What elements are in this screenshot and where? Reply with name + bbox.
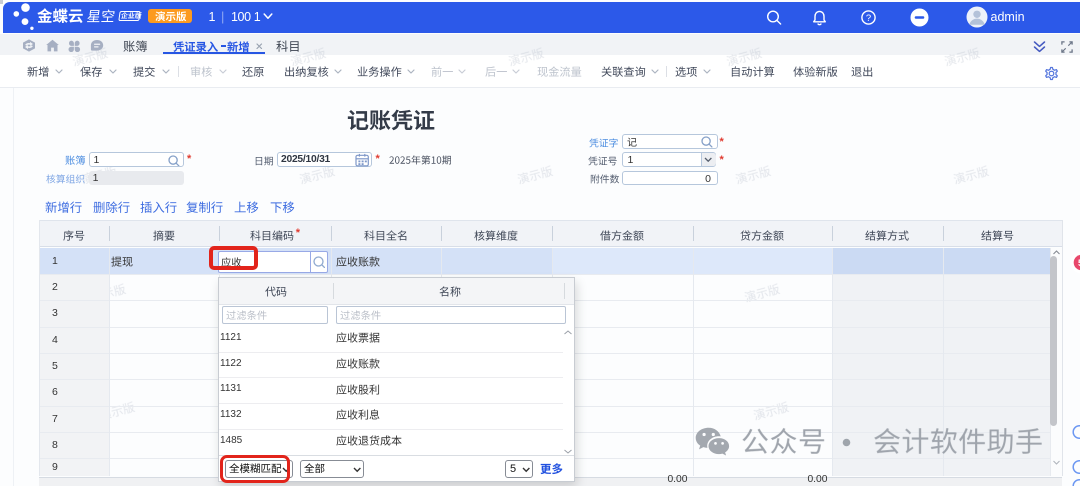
svg-text:?: ? [866, 13, 871, 24]
